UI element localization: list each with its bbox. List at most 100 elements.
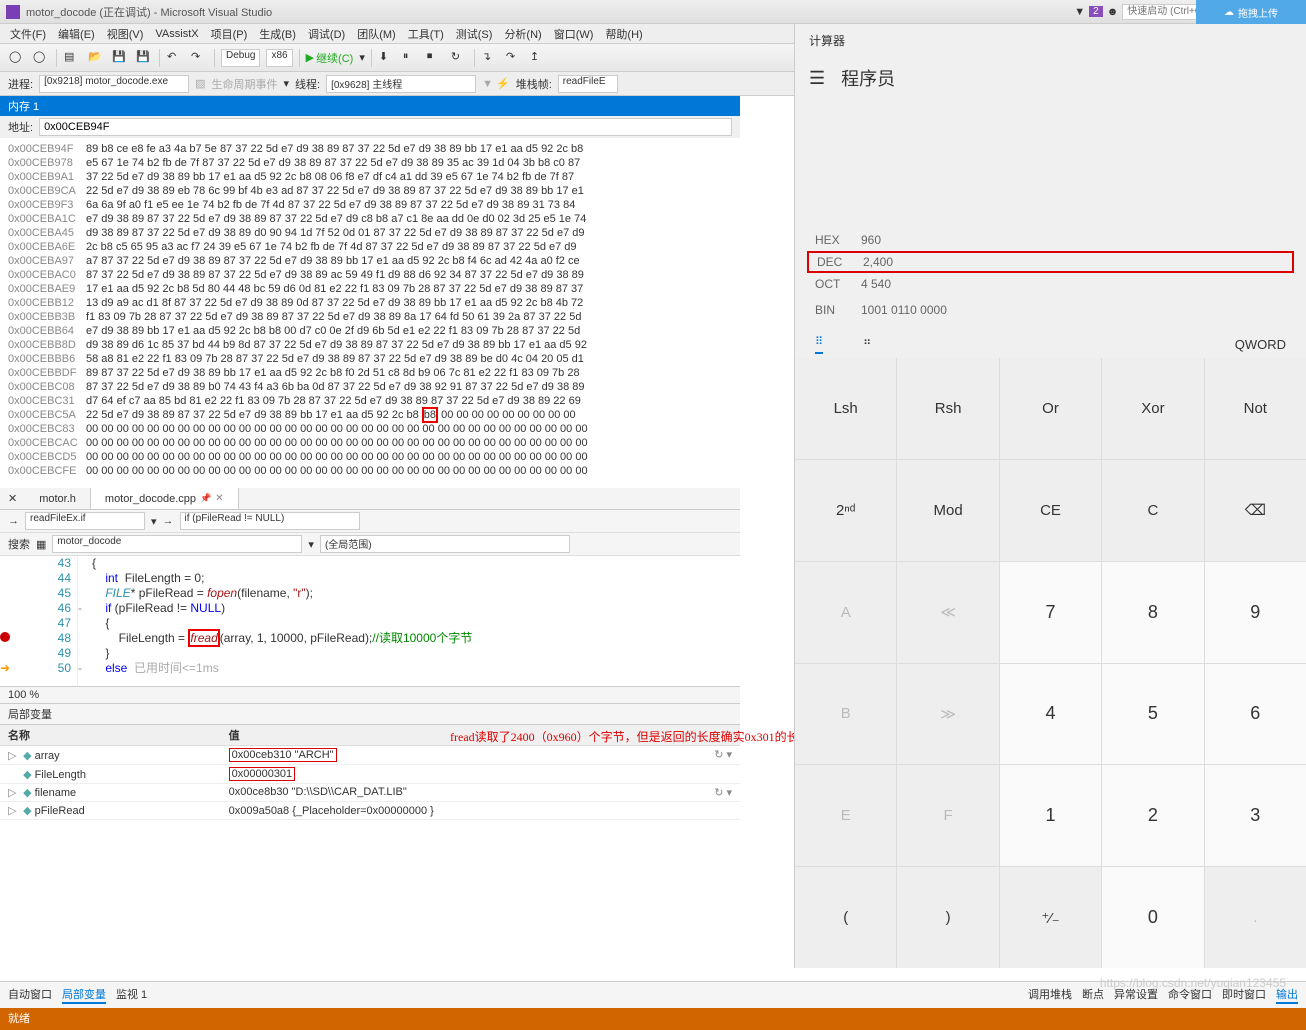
calc-key[interactable]: ⌫ [1205,460,1306,561]
calc-key[interactable]: 1 [1000,765,1101,866]
calc-key[interactable]: ( [795,867,896,968]
pause-icon[interactable]: ⏸ [402,49,420,67]
bottom-tab[interactable]: 调用堆栈 [1028,986,1072,1004]
calc-key[interactable]: 7 [1000,562,1101,663]
nav-back-icon[interactable]: ◯ [8,49,26,67]
notification-badge[interactable]: 2 [1089,6,1103,17]
calc-key[interactable]: 2ⁿᵈ [795,460,896,561]
calc-key[interactable]: ≪ [897,562,998,663]
redo-icon[interactable]: ↷ [190,49,208,67]
process-combo[interactable]: [0x9218] motor_docode.exe [39,75,189,93]
address-input[interactable] [39,118,732,136]
menu-item[interactable]: 文件(F) [10,26,46,42]
memory-hex-view[interactable]: 0x00CEB94F89 b8 ce e8 fe a3 4a b7 5e 87 … [0,138,740,488]
bottom-tab[interactable]: 自动窗口 [8,986,52,1004]
calc-key[interactable]: F [897,765,998,866]
nav-right-combo[interactable]: if (pFileRead != NULL) [180,512,360,530]
memory-panel-title: 内存 1 [0,96,740,116]
calc-key[interactable]: ) [897,867,998,968]
stop-icon[interactable]: ⏹ [426,49,444,67]
calc-key[interactable]: 0 [1102,867,1203,968]
menu-item[interactable]: 团队(M) [357,26,396,42]
nav-fwd-icon[interactable]: ◯ [32,49,50,67]
menu-item[interactable]: 窗口(W) [554,26,594,42]
calc-key[interactable]: 8 [1102,562,1203,663]
menu-item[interactable]: 调试(D) [308,26,345,42]
thread-combo[interactable]: [0x9628] 主线程 [326,75,476,93]
calc-key[interactable]: Rsh [897,358,998,459]
save-icon[interactable]: 💾 [111,49,129,67]
locals-row[interactable]: ▷ ◆ array0x00ceb310 "ARCH" ↻ ▾ [0,746,740,765]
feedback-icon[interactable]: ☻ [1107,6,1119,18]
calc-key[interactable]: A [795,562,896,663]
step-icon[interactable]: ⬇ [378,49,396,67]
undo-icon[interactable]: ↶ [166,49,184,67]
col-name[interactable]: 名称 [0,725,221,746]
close-all-icon[interactable]: ✕ [0,488,25,509]
flag-icon[interactable]: ▼ [1074,6,1085,18]
locals-row[interactable]: ◆ FileLength0x00000301 [0,765,740,784]
bits-icon[interactable]: ⠛ [863,338,871,351]
menu-item[interactable]: 项目(P) [211,26,248,42]
calc-key[interactable]: ⁺⁄₋ [1000,867,1101,968]
bin-row[interactable]: BIN1001 0110 0000 [815,297,1286,323]
oct-row[interactable]: OCT4 540 [815,271,1286,297]
calc-key[interactable]: 5 [1102,664,1203,765]
keypad-icon[interactable]: ⠿ [815,335,823,354]
calc-key[interactable]: E [795,765,896,866]
locals-row[interactable]: ▷ ◆ filename0x00ce8b30 "D:\\SD\\CAR_DAT.… [0,784,740,802]
config-combo[interactable]: Debug [221,49,260,67]
calc-key[interactable]: 3 [1205,765,1306,866]
bottom-tab[interactable]: 监视 1 [116,986,147,1004]
word-size-button[interactable]: QWORD [1235,337,1286,352]
calc-key[interactable]: C [1102,460,1203,561]
open-icon[interactable]: 📂 [87,49,105,67]
step-out-icon[interactable]: ↥ [529,49,547,67]
project-combo[interactable]: motor_docode [52,535,302,553]
calc-key[interactable]: 6 [1205,664,1306,765]
calc-key[interactable]: Not [1205,358,1306,459]
calc-key[interactable]: . [1205,867,1306,968]
tab-motor-docode-cpp[interactable]: motor_docode.cpp 📌 ✕ [91,488,239,509]
code-editor[interactable]: ➜ 4344454647484950 - - { int FileLength … [0,556,740,686]
calc-key[interactable]: 2 [1102,765,1203,866]
nav-left-combo[interactable]: readFileEx.if [25,512,145,530]
calc-key[interactable]: 4 [1000,664,1101,765]
hamburger-icon[interactable]: ☰ [809,68,825,89]
continue-button[interactable]: 继续(C) [306,50,354,66]
menu-item[interactable]: 编辑(E) [58,26,95,42]
menu-item[interactable]: 帮助(H) [605,26,642,42]
bottom-tab[interactable]: 局部变量 [62,986,106,1004]
calc-key[interactable]: Lsh [795,358,896,459]
scope-combo[interactable]: (全局范围) [320,535,570,553]
cloud-upload-widget[interactable]: ☁ 拖拽上传 [1196,0,1306,24]
zoom-combo[interactable]: 100 % [0,686,740,703]
hex-row[interactable]: HEX960 [815,227,1286,253]
menu-item[interactable]: 测试(S) [456,26,493,42]
save-all-icon[interactable]: 💾 [135,49,153,67]
step-over-icon[interactable]: ↷ [505,49,523,67]
calc-key[interactable]: 9 [1205,562,1306,663]
calc-mode: 程序员 [841,65,895,91]
menu-item[interactable]: 视图(V) [107,26,144,42]
menu-item[interactable]: 工具(T) [408,26,444,42]
calc-key[interactable]: ≫ [897,664,998,765]
stackframe-combo[interactable]: readFileE [558,75,618,93]
dec-row[interactable]: DEC2,400 [807,251,1294,273]
calc-key[interactable]: CE [1000,460,1101,561]
calc-key[interactable]: Or [1000,358,1101,459]
pin-icon: 📌 [200,493,211,504]
tab-motor-h[interactable]: motor.h [25,488,91,509]
restart-icon[interactable]: ↻ [450,49,468,67]
platform-combo[interactable]: x86 [266,49,292,67]
locals-row[interactable]: ▷ ◆ pFileRead0x009a50a8 {_Placeholder=0x… [0,802,740,820]
calc-key[interactable]: Mod [897,460,998,561]
menu-item[interactable]: 生成(B) [259,26,296,42]
search-side[interactable]: 搜索 [8,536,30,552]
new-file-icon[interactable]: ▤ [63,49,81,67]
menu-item[interactable]: VAssistX [155,28,198,40]
menu-item[interactable]: 分析(N) [504,26,541,42]
calc-key[interactable]: B [795,664,896,765]
calc-key[interactable]: Xor [1102,358,1203,459]
step-into-icon[interactable]: ↴ [481,49,499,67]
